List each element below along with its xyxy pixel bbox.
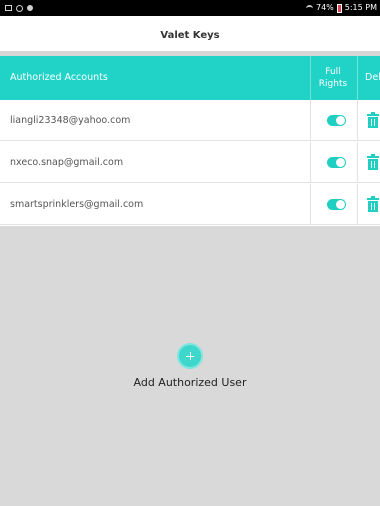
table-row: liangli23348@yahoo.com (0, 100, 380, 141)
image-icon (5, 5, 12, 11)
trash-icon[interactable] (367, 154, 380, 171)
battery-percent: 74% (315, 3, 334, 12)
battery-icon (336, 3, 342, 13)
column-header-full-rights-line1: Full (325, 67, 341, 77)
toggle-knob (336, 200, 345, 209)
account-email: nxeco.snap@gmail.com (10, 157, 124, 168)
table-header: Authorized Accounts Full Rights Delete (0, 56, 380, 100)
column-header-accounts: Authorized Accounts (10, 72, 108, 83)
content-area: Add Authorized User (0, 226, 380, 506)
status-left-icons (5, 0, 33, 16)
column-header-delete: Delete (365, 72, 380, 83)
column-divider (357, 184, 358, 225)
status-right: 74% 5:15 PM (305, 0, 377, 16)
account-email: liangli23348@yahoo.com (10, 115, 131, 126)
column-divider (310, 100, 311, 141)
add-authorized-user-button[interactable]: Add Authorized User (0, 343, 380, 389)
account-email: smartsprinklers@gmail.com (10, 199, 144, 210)
column-divider (310, 56, 311, 100)
clock: 5:15 PM (344, 3, 377, 12)
full-rights-toggle[interactable] (327, 115, 346, 126)
column-header-full-rights-line2: Rights (318, 79, 348, 89)
table-row: smartsprinklers@gmail.com (0, 184, 380, 225)
alarm-icon (16, 4, 23, 12)
dot-icon (27, 5, 33, 11)
column-header-full-rights: Full Rights (312, 66, 354, 90)
column-divider (310, 142, 311, 183)
column-divider (357, 142, 358, 183)
full-rights-toggle[interactable] (327, 157, 346, 168)
column-divider (310, 184, 311, 225)
trash-icon[interactable] (367, 112, 380, 129)
wifi-icon (305, 4, 313, 12)
page-title: Valet Keys (160, 30, 220, 41)
plus-circle-icon[interactable] (177, 343, 203, 369)
trash-icon[interactable] (367, 196, 380, 213)
toggle-knob (336, 158, 345, 167)
column-divider (357, 56, 358, 100)
status-bar: 74% 5:15 PM (0, 0, 380, 16)
toggle-knob (336, 116, 345, 125)
column-divider (357, 100, 358, 141)
table-row: nxeco.snap@gmail.com (0, 142, 380, 183)
title-bar: Valet Keys (0, 16, 380, 55)
full-rights-toggle[interactable] (327, 199, 346, 210)
add-authorized-user-label: Add Authorized User (133, 376, 247, 389)
